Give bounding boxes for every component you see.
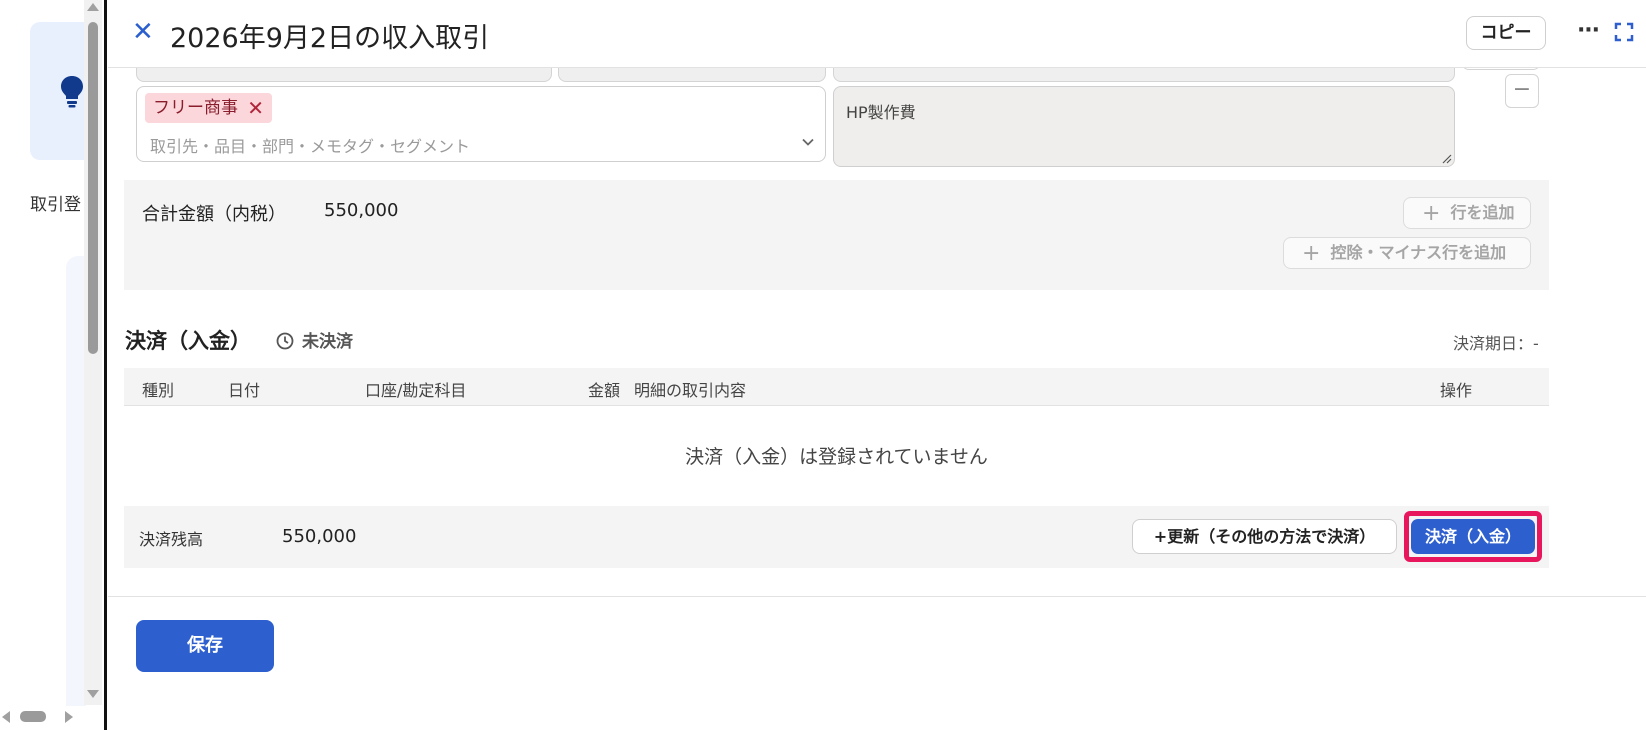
column-actions: 操作 — [1440, 381, 1473, 400]
copy-button[interactable]: コピー — [1466, 16, 1546, 50]
add-deduction-row-button[interactable]: + 控除・マイナス行を追加 — [1283, 237, 1531, 269]
chevron-down-icon[interactable] — [801, 135, 815, 149]
settlement-section-title: 決済（入金） — [125, 329, 251, 353]
update-other-method-button[interactable]: +更新（その他の方法で決済） — [1132, 519, 1397, 554]
add-deduction-row-label: 控除・マイナス行を追加 — [1330, 243, 1507, 262]
panel-divider — [104, 0, 107, 730]
background-label: 取引登 — [30, 195, 81, 215]
settlement-status-label: 未決済 — [302, 332, 353, 352]
background-panel — [66, 256, 86, 706]
vertical-scrollbar[interactable] — [84, 0, 102, 705]
column-amount: 金額 — [588, 381, 621, 400]
settlement-table-header: 種別 日付 口座/勘定科目 金額 明細の取引内容 操作 — [124, 368, 1549, 406]
plus-icon: + — [1302, 241, 1321, 266]
column-date: 日付 — [228, 381, 261, 400]
add-row-button[interactable]: + 行を追加 — [1403, 197, 1531, 229]
description-field[interactable]: HP製作費 — [833, 86, 1455, 167]
scroll-up-arrow-icon[interactable] — [87, 3, 99, 11]
partner-tag-label: フリー商事 — [153, 98, 238, 118]
totals-section: 合計金額（内税） 550,000 + 行を追加 + 控除・マイナス行を追加 — [124, 180, 1549, 290]
add-row-label: 行を追加 — [1450, 203, 1515, 222]
empty-settlement-message: 決済（入金）は登録されていません — [685, 446, 988, 468]
expand-icon[interactable] — [1614, 22, 1634, 42]
clock-icon — [276, 332, 294, 350]
description-text: HP製作費 — [846, 103, 916, 122]
partner-tag-chip: フリー商事 ✕ — [145, 93, 272, 123]
scroll-down-arrow-icon[interactable] — [87, 690, 99, 698]
lightbulb-icon — [61, 76, 83, 108]
horizontal-scrollbar-thumb[interactable] — [20, 711, 46, 722]
dialog-title: 2026年9月2日の収入取引 — [170, 23, 490, 54]
scroll-right-arrow-icon[interactable] — [65, 711, 73, 723]
total-amount-label: 合計金額（内税） — [142, 204, 286, 225]
column-type: 種別 — [142, 381, 175, 400]
settle-payment-button[interactable]: 決済（入金） — [1411, 519, 1535, 554]
remove-row-button[interactable]: − — [1505, 74, 1539, 108]
scroll-left-arrow-icon[interactable] — [2, 711, 10, 723]
transaction-dialog: ✕ 2026年9月2日の収入取引 コピー ··· フリー商事 ✕ 取引先・品目・… — [108, 0, 1646, 730]
more-options-icon[interactable]: ··· — [1574, 16, 1602, 50]
footer-divider — [108, 596, 1646, 597]
remove-tag-icon[interactable]: ✕ — [247, 93, 264, 123]
balance-value: 550,000 — [282, 526, 357, 547]
due-date: 決済期日：- — [1453, 334, 1539, 353]
tag-placeholder: 取引先・品目・部門・メモタグ・セグメント — [150, 137, 471, 156]
horizontal-scrollbar[interactable] — [0, 707, 84, 725]
total-amount-value: 550,000 — [324, 200, 399, 221]
settlement-status: 未決済 — [276, 327, 353, 352]
resize-grip-icon[interactable] — [1440, 152, 1452, 164]
column-account: 口座/勘定科目 — [365, 381, 467, 400]
save-button[interactable]: 保存 — [136, 620, 274, 672]
scrollbar-thumb[interactable] — [88, 22, 98, 354]
close-icon[interactable]: ✕ — [132, 19, 154, 45]
dialog-header: ✕ 2026年9月2日の収入取引 コピー ··· — [108, 0, 1646, 68]
balance-label: 決済残高 — [139, 530, 204, 549]
settlement-balance-bar: 決済残高 550,000 +更新（その他の方法で決済） 決済（入金） — [124, 506, 1549, 568]
column-description: 明細の取引内容 — [634, 381, 747, 400]
plus-icon: + — [1422, 201, 1441, 226]
tag-selector[interactable]: フリー商事 ✕ 取引先・品目・部門・メモタグ・セグメント — [136, 86, 826, 162]
